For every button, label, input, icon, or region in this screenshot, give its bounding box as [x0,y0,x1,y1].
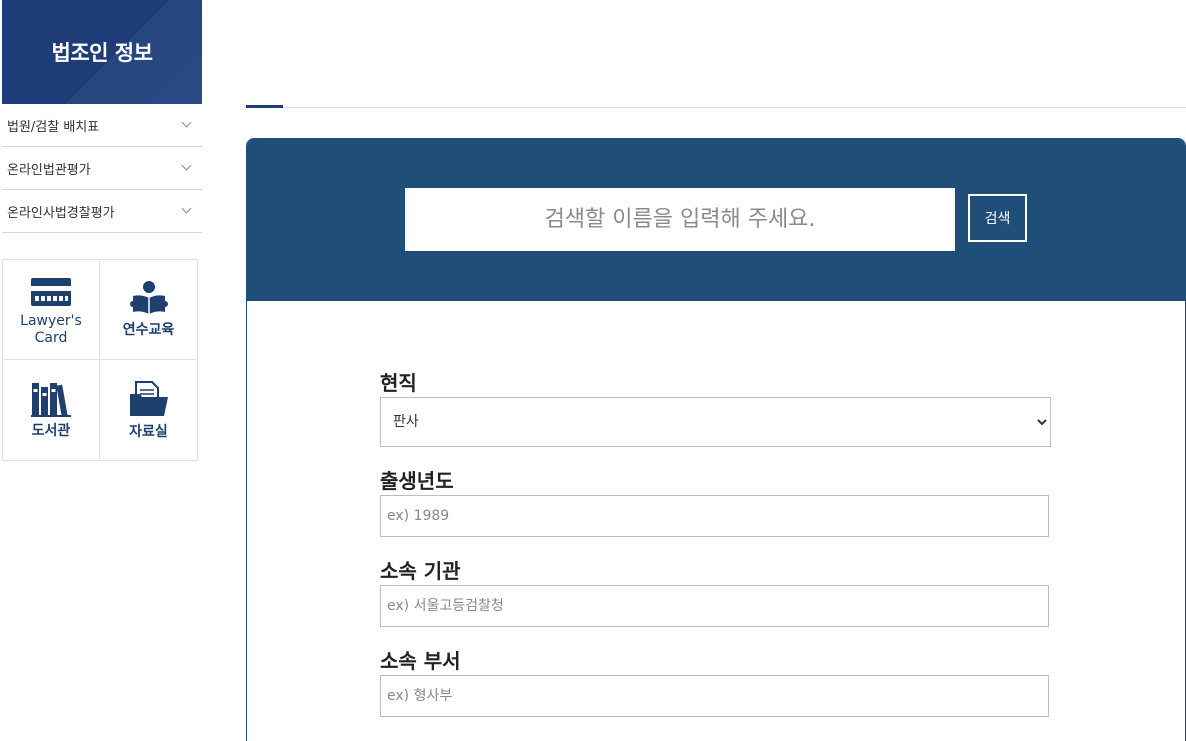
quick-link-label: 연수교육 [122,322,175,338]
sidebar-item-label: 법원/검찰 배치표 [7,119,100,135]
sidebar-item-label: 온라인법관평가 [7,162,91,178]
name-search-input[interactable] [405,188,955,251]
card-icon [31,277,71,306]
section-divider-accent [246,105,283,108]
sidebar-item-online-police-evaluation[interactable]: 온라인사법경찰평가 [2,190,202,233]
birth-year-label: 출생년도 [380,469,454,493]
birth-year-input[interactable] [380,495,1049,537]
department-input[interactable] [380,675,1049,717]
folder-document-icon [129,380,168,416]
books-icon [31,382,71,417]
chevron-down-icon [182,120,192,130]
chevron-down-icon [182,163,192,173]
organization-input[interactable] [380,585,1049,627]
sidebar: 법조인 정보 법원/검찰 배치표 온라인법관평가 온라인사법경찰평가 Lawye… [2,0,202,461]
search-panel: 검색 현직 판사 출생년도 소속 기관 소속 부서 [246,138,1186,741]
position-select[interactable]: 판사 [380,397,1051,447]
quick-link-lawyers-card[interactable]: Lawyer's Card [3,260,100,360]
position-label: 현직 [380,371,417,395]
chevron-down-icon [182,206,192,216]
reading-person-icon [129,281,168,314]
quick-link-label: 도서관 [31,422,71,439]
quick-link-library[interactable]: 도서관 [3,360,100,460]
organization-label: 소속 기관 [380,559,461,583]
quick-link-label: 자료실 [129,423,168,440]
sidebar-item-court-prosecution-roster[interactable]: 법원/검찰 배치표 [2,104,202,147]
department-label: 소속 부서 [380,649,461,673]
sidebar-item-online-judge-evaluation[interactable]: 온라인법관평가 [2,147,202,190]
quick-link-training[interactable]: 연수교육 [100,260,197,360]
quick-link-label: Lawyer's Card [20,312,82,346]
section-divider [246,107,1186,108]
filter-form: 현직 판사 출생년도 소속 기관 소속 부서 [380,369,1052,737]
search-button[interactable]: 검색 [968,194,1027,242]
search-bar-area: 검색 [247,139,1185,301]
quick-links-grid: Lawyer's Card 연수교육 도서관 자료실 [2,259,198,461]
sidebar-item-label: 온라인사법경찰평가 [7,205,115,221]
sidebar-title: 법조인 정보 [2,0,202,104]
quick-link-archive[interactable]: 자료실 [100,360,197,460]
